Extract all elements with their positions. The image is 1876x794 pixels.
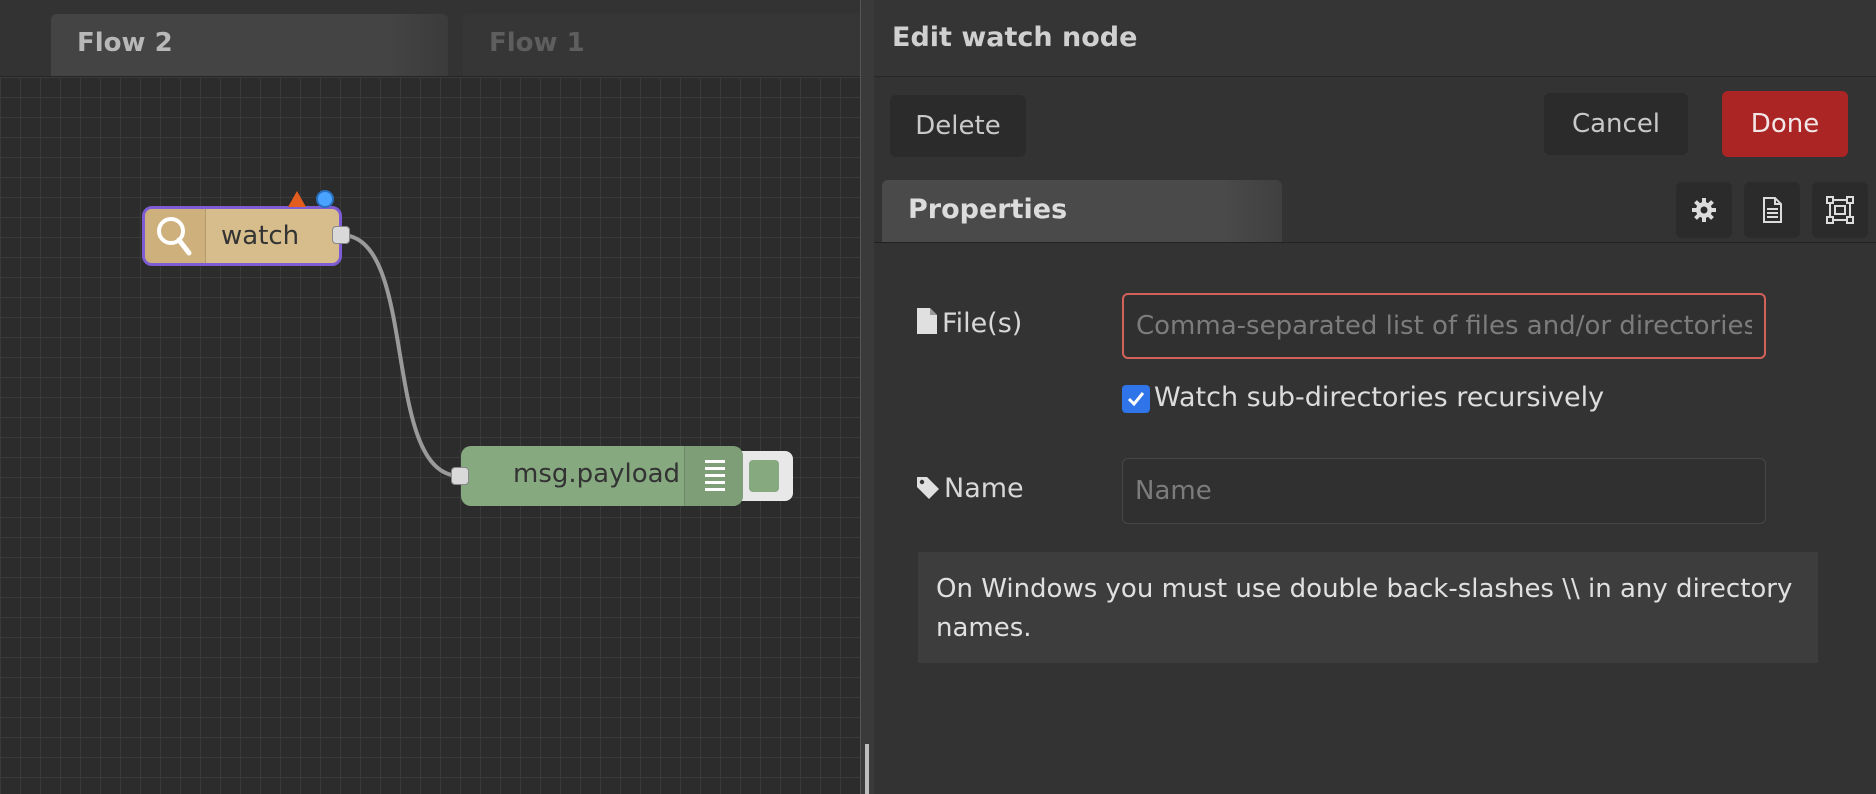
- file-icon: [917, 308, 937, 334]
- watch-node-label: watch: [221, 221, 300, 251]
- flow-workspace[interactable]: Flow 2 Flow 1 watch msg.payload: [0, 0, 860, 794]
- debug-input-port[interactable]: [451, 467, 469, 485]
- document-icon: [1763, 197, 1782, 223]
- files-input[interactable]: [1122, 293, 1766, 359]
- name-label: Name: [916, 473, 1024, 504]
- tag-icon: [917, 477, 939, 499]
- files-label-text: File(s): [942, 308, 1023, 339]
- editor-toolbar: Delete Cancel Done: [874, 77, 1876, 172]
- recursive-checkbox[interactable]: [1122, 385, 1150, 413]
- appearance-button[interactable]: [1812, 182, 1868, 238]
- debug-node[interactable]: msg.payload: [461, 446, 743, 506]
- panel-splitter[interactable]: [860, 0, 875, 794]
- frame-icon: [1826, 196, 1854, 224]
- delete-button[interactable]: Delete: [890, 95, 1026, 157]
- debug-toggle-button[interactable]: [735, 451, 793, 501]
- help-tip: On Windows you must use double back-slas…: [918, 552, 1818, 663]
- warning-icon: [288, 191, 306, 207]
- gear-button[interactable]: [1676, 182, 1732, 238]
- edit-node-panel: Edit watch node Delete Cancel Done Prope…: [874, 0, 1876, 794]
- magnifier-icon: [145, 209, 206, 263]
- editor-title: Edit watch node: [892, 22, 1138, 53]
- debug-node-label: msg.payload: [513, 459, 681, 489]
- list-lines-icon: [684, 446, 743, 506]
- changed-indicator-icon: [316, 190, 334, 208]
- files-label: File(s): [916, 307, 1022, 339]
- gear-icon: [1692, 198, 1716, 222]
- properties-form: File(s) Watch sub-directories recursivel…: [874, 243, 1876, 794]
- scrollbar-thumb[interactable]: [865, 744, 869, 794]
- wire-watch-to-debug[interactable]: [340, 233, 461, 478]
- cancel-button[interactable]: Cancel: [1544, 93, 1688, 155]
- recursive-label: Watch sub-directories recursively: [1154, 382, 1605, 413]
- editor-tab-row: Properties: [874, 172, 1876, 243]
- editor-header: Edit watch node: [874, 0, 1876, 77]
- done-button[interactable]: Done: [1722, 91, 1848, 157]
- name-label-text: Name: [944, 473, 1024, 504]
- watch-node[interactable]: watch: [142, 206, 342, 266]
- checkmark-icon: [1127, 392, 1145, 407]
- watch-output-port[interactable]: [332, 226, 350, 244]
- description-button[interactable]: [1744, 182, 1800, 238]
- name-input[interactable]: [1122, 458, 1766, 524]
- wire-layer: [340, 233, 461, 478]
- tab-properties[interactable]: Properties: [882, 180, 1282, 242]
